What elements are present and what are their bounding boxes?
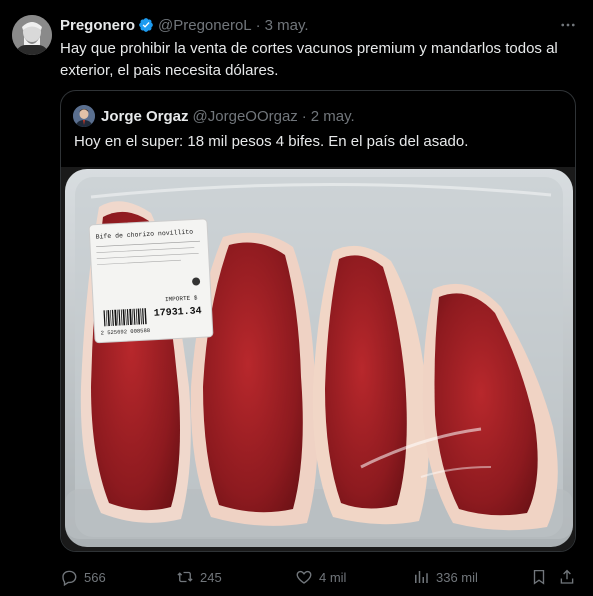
author-avatar-image: [12, 15, 52, 55]
author-handle[interactable]: @PregoneroL: [158, 17, 252, 34]
quoted-author-avatar[interactable]: [73, 105, 95, 127]
views-chart-icon: [415, 571, 428, 583]
meat-tray-photo: Bife de chorizo novillito IMPORTE $ 1793…: [61, 167, 575, 551]
repost-count: 245: [200, 569, 222, 585]
post-text: Hay que prohibir la venta de cortes vacu…: [60, 40, 558, 79]
quoted-author-name[interactable]: Jorge Orgaz: [101, 108, 189, 125]
author-name[interactable]: Pregonero: [60, 17, 135, 34]
repost-button[interactable]: 245: [176, 566, 222, 588]
share-button[interactable]: [558, 566, 582, 588]
quoted-post-header: Jorge Orgaz @JorgeOOrgaz · 2 may.: [101, 105, 355, 127]
quoted-post[interactable]: Jorge Orgaz @JorgeOOrgaz · 2 may. Hoy en…: [60, 90, 576, 552]
views-button[interactable]: 336 mil: [412, 566, 478, 588]
heart-icon: [296, 570, 312, 584]
more-options-icon[interactable]: [559, 16, 577, 34]
quoted-post-time[interactable]: 2 may.: [311, 108, 355, 125]
separator-dot: ·: [301, 107, 307, 125]
quoted-post-photo[interactable]: Bife de chorizo novillito IMPORTE $ 1793…: [61, 167, 575, 551]
quoted-post-text: Hoy en el super: 18 mil pesos 4 bifes. E…: [74, 133, 469, 150]
repost-icon: [177, 571, 193, 583]
author-avatar[interactable]: [12, 15, 52, 55]
quoted-author-handle[interactable]: @JorgeOOrgaz: [193, 108, 298, 125]
post-header: Pregonero @PregoneroL · 3 may.: [60, 14, 309, 36]
action-bar: 566 245 4 mil 336 mil: [60, 566, 578, 588]
like-count: 4 mil: [319, 569, 347, 585]
verified-badge-icon: [138, 17, 154, 33]
reply-icon: [62, 570, 77, 586]
bookmark-icon: [533, 569, 545, 585]
like-button[interactable]: 4 mil: [295, 566, 346, 588]
reply-button[interactable]: 566: [60, 566, 106, 588]
quoted-author-avatar-image: [73, 105, 95, 127]
share-icon: [560, 569, 574, 584]
bookmark-button[interactable]: [530, 566, 554, 588]
views-count: 336 mil: [436, 569, 478, 585]
post-time[interactable]: 3 may.: [265, 17, 309, 34]
separator-dot: ·: [255, 16, 261, 34]
reply-count: 566: [84, 569, 106, 585]
